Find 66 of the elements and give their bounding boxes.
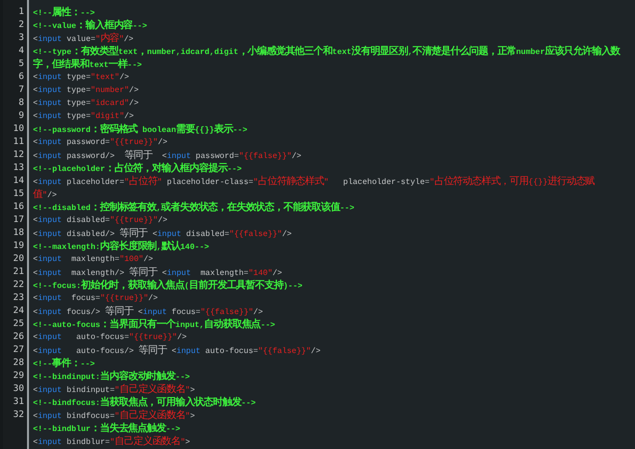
line-number: 11 xyxy=(13,136,24,149)
code-line: <input bindfocus="自己定义函数名"> xyxy=(33,409,195,422)
code-line: <!--focus:初始化时，获取输入焦点(目前开发工具暂不支持)--> xyxy=(33,279,302,292)
code-line: <!--bindinput:当内容改动时触发--> xyxy=(33,370,190,383)
code-line: <input password="{{true}}"/> xyxy=(33,137,168,149)
code-line: <input type="idcard"/> xyxy=(33,98,139,110)
code-line: <input type="number"/> xyxy=(33,85,139,97)
line-number: 29 xyxy=(13,370,24,383)
line-number: 16 xyxy=(13,201,24,214)
code-line: <input password/> 等同于 <input password="{{false}}"/> xyxy=(33,149,302,162)
code-line: <!--bindblur：当失去焦点触发--> xyxy=(33,422,180,435)
line-number: 5 xyxy=(18,58,24,71)
line-number: 19 xyxy=(13,240,24,253)
line-number: 18 xyxy=(13,227,24,240)
code-line: <!--maxlength:内容长度限制,默认140--> xyxy=(33,240,210,253)
code-line: <input maxlength/> 等同于 <input maxlength="140"/> xyxy=(33,266,282,279)
code-line: <input bindblur="自己定义函数名"> xyxy=(33,435,190,448)
code-line: <input placeholder="占位符" placeholder-class="占位符静态样式" placeholder-style="占位符动态样式，可用{{}}进行动态赋 xyxy=(33,175,595,188)
code-line: 字，但结果和text一样--> xyxy=(33,58,142,71)
code-line: <input maxlength="100"/> xyxy=(33,254,154,266)
line-number: 21 xyxy=(13,266,24,279)
code-line: <input disabled="{{true}}"/> xyxy=(33,215,168,227)
code-line: 值"/> xyxy=(33,188,57,201)
line-number: 26 xyxy=(13,331,24,344)
code-line: <!--事件：--> xyxy=(33,357,95,370)
line-number: 3 xyxy=(18,32,24,45)
code-line: <!--placeholder：占位符，对输入框内容提示--> xyxy=(33,162,242,175)
code-line: <!--属性：--> xyxy=(33,6,95,19)
line-number: 8 xyxy=(18,97,24,110)
line-number: 13 xyxy=(13,162,24,175)
code-line: <!--bindfocus:当获取焦点，可用输入状态时触发--> xyxy=(33,396,256,409)
line-number: 7 xyxy=(18,84,24,97)
line-number: 20 xyxy=(13,253,24,266)
line-number: 4 xyxy=(18,45,24,58)
code-line: <input bindinput="自己定义函数名"> xyxy=(33,383,195,396)
code-line: <!--value：输入框内容--> xyxy=(33,19,148,32)
code-line: <input disabled/> 等同于 <input disabled="{{false}}"/> xyxy=(33,227,292,240)
line-number: 12 xyxy=(13,149,24,162)
code-line: <!--type：有效类型text，number,idcard,digit，小编感觉其他三个和text没有明显区别,不清楚是什么问题，正常number应该只允许输入数 xyxy=(33,45,620,58)
line-number: 10 xyxy=(13,123,24,136)
line-number: 14 xyxy=(13,175,24,188)
code-line: <input auto-focus="{{true}}"/> xyxy=(33,332,187,344)
line-number: 32 xyxy=(13,409,24,422)
code-line: <!--auto-focus：当界面只有一个input,自动获取焦点--> xyxy=(33,318,276,331)
line-number: 25 xyxy=(13,318,24,331)
line-number: 22 xyxy=(13,279,24,292)
line-number: 31 xyxy=(13,396,24,409)
line-number: 15 xyxy=(13,188,24,201)
code-line: <input focus/> 等同于 <input focus="{{false}}"/> xyxy=(33,305,263,318)
line-number: 27 xyxy=(13,344,24,357)
code-line: <!--password：密码格式 boolean需要{{}}表示--> xyxy=(33,123,248,136)
code-line: <input focus="{{true}}"/> xyxy=(33,293,158,305)
code-line: <!--disabled：控制标签有效,或者失效状态，在失效状态，不能获取该值--> xyxy=(33,201,354,214)
code-line: <input type="text"/> xyxy=(33,72,130,84)
line-number: 2 xyxy=(18,19,24,32)
line-number: 28 xyxy=(13,357,24,370)
code-line: <input value="内容"/> xyxy=(33,32,134,45)
line-number: 24 xyxy=(13,305,24,318)
code-line: <input type="digit"/> xyxy=(33,111,134,123)
line-number: 9 xyxy=(18,110,24,123)
code-line: <input auto-focus/> 等同于 <input auto-focus="{{false}}"/> xyxy=(33,344,320,357)
line-number: 1 xyxy=(18,6,24,19)
line-number: 6 xyxy=(18,71,24,84)
line-number: 17 xyxy=(13,214,24,227)
line-number: 30 xyxy=(13,383,24,396)
line-number: 23 xyxy=(13,292,24,305)
